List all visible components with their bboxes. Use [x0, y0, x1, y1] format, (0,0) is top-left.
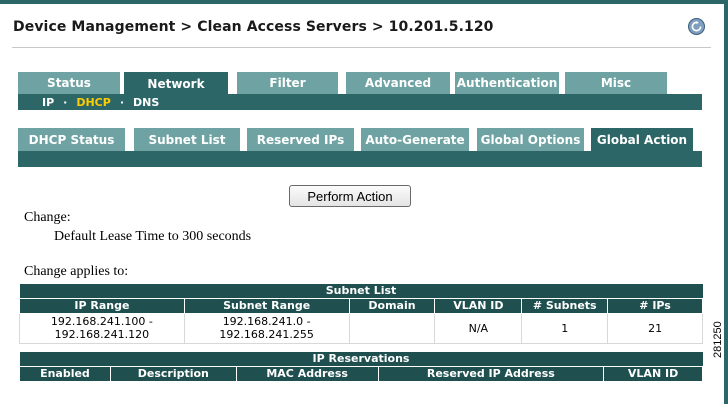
- subnet-range-end: 192.168.241.255: [219, 328, 314, 341]
- change-detail: Default Lease Time to 300 seconds: [54, 229, 252, 244]
- refresh-help-icon[interactable]: [688, 18, 705, 35]
- col-reserved-ip: Reserved IP Address: [377, 365, 605, 382]
- tab-misc[interactable]: Misc: [565, 72, 667, 94]
- cell-subnet-range: 192.168.241.0 - 192.168.241.255: [183, 312, 350, 344]
- right-border: [724, 0, 728, 404]
- ip-reservations-table: IP Reservations Enabled Description MAC …: [19, 352, 703, 382]
- subnav-separator: ·: [119, 95, 125, 109]
- figure-number: 281250: [712, 321, 724, 358]
- header-divider: [12, 47, 711, 48]
- subtab-auto-generate[interactable]: Auto-Generate: [361, 128, 469, 151]
- col-subnets: # Subnets: [521, 297, 609, 314]
- change-label: Change:: [24, 210, 71, 225]
- cell-domain: [348, 312, 436, 344]
- tab-network[interactable]: Network: [124, 72, 228, 96]
- top-border: [0, 0, 728, 4]
- tab-status[interactable]: Status: [18, 72, 120, 94]
- subtab-global-options[interactable]: Global Options: [477, 128, 584, 151]
- col-ips: # IPs: [607, 297, 703, 314]
- ip-range-start: 192.168.241.100 -: [50, 315, 153, 328]
- tab-filter[interactable]: Filter: [237, 72, 338, 94]
- reservations-table-caption: IP Reservations: [19, 352, 703, 366]
- subnet-list-table: Subnet List IP Range Subnet Range Domain…: [19, 284, 703, 344]
- subnav-item-ip[interactable]: IP: [42, 96, 54, 109]
- col-subnet-range: Subnet Range: [183, 297, 350, 314]
- subtab-global-action[interactable]: Global Action: [591, 128, 693, 152]
- cell-vlan-id: N/A: [434, 312, 523, 344]
- col-description: Description: [109, 365, 237, 382]
- col-ip-range: IP Range: [19, 297, 185, 314]
- subtab-bar: [18, 151, 702, 167]
- subtab-subnet-list[interactable]: Subnet List: [134, 128, 240, 151]
- breadcrumb: Device Management > Clean Access Servers…: [13, 19, 494, 35]
- col-enabled: Enabled: [19, 365, 111, 382]
- col-domain: Domain: [348, 297, 436, 314]
- subnet-table-caption: Subnet List: [19, 284, 703, 298]
- subtab-reserved-ips[interactable]: Reserved IPs: [247, 128, 354, 151]
- ip-range-end: 192.168.241.120: [54, 328, 150, 341]
- perform-action-button[interactable]: Perform Action: [289, 185, 411, 207]
- tab-advanced[interactable]: Advanced: [346, 72, 450, 94]
- cell-ip-range: 192.168.241.100 - 192.168.241.120: [19, 312, 185, 344]
- subtab-dhcp-status[interactable]: DHCP Status: [18, 128, 125, 151]
- col-vlan-id: VLAN ID: [434, 297, 523, 314]
- cell-subnets: 1: [521, 312, 609, 344]
- network-subnav: IP · DHCP · DNS: [18, 94, 702, 110]
- applies-label: Change applies to:: [24, 264, 129, 279]
- col-res-vlan-id: VLAN ID: [603, 365, 703, 382]
- table-row: 192.168.241.100 - 192.168.241.120 192.16…: [19, 312, 703, 344]
- tab-authentication[interactable]: Authentication: [455, 72, 559, 94]
- refresh-icon: [691, 21, 702, 32]
- subnav-item-dhcp[interactable]: DHCP: [76, 96, 110, 109]
- cell-ips: 21: [607, 312, 703, 344]
- subnet-range-start: 192.168.241.0 -: [222, 315, 311, 328]
- col-mac-address: MAC Address: [235, 365, 379, 382]
- subnav-item-dns[interactable]: DNS: [133, 96, 159, 109]
- subnav-separator: ·: [63, 95, 68, 109]
